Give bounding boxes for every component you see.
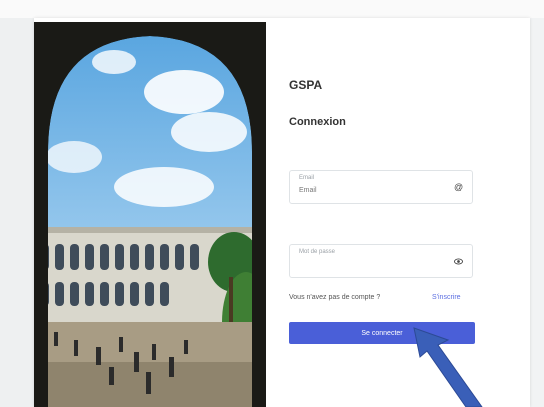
login-card: GSPA Connexion Email Email @ Mot de pass… [34, 18, 530, 407]
at-icon: @ [454, 182, 464, 192]
brand-name: GSPA [289, 78, 323, 92]
signup-prompt: Vous n'avez pas de compte ? S'inscrire [289, 294, 509, 301]
email-field-value: Email [299, 187, 317, 194]
login-button[interactable]: Se connecter [289, 322, 475, 344]
password-field[interactable]: Mot de passe [289, 244, 473, 278]
email-field-label: Email [299, 175, 315, 181]
signup-link[interactable]: S'inscrire [432, 294, 461, 301]
page-margin [0, 18, 34, 407]
login-form: GSPA Connexion Email Email @ Mot de pass… [289, 18, 530, 407]
eye-icon-glyph [454, 258, 463, 265]
campus-archway-photo [34, 22, 266, 407]
browser-top-strip [0, 0, 544, 18]
password-field-label: Mot de passe [299, 249, 336, 255]
email-field[interactable]: Email Email @ [289, 170, 473, 204]
campus-illustration [34, 22, 266, 407]
page-title: Connexion [289, 116, 346, 128]
signup-prompt-text: Vous n'avez pas de compte ? [289, 294, 381, 301]
eye-icon[interactable] [454, 257, 463, 266]
